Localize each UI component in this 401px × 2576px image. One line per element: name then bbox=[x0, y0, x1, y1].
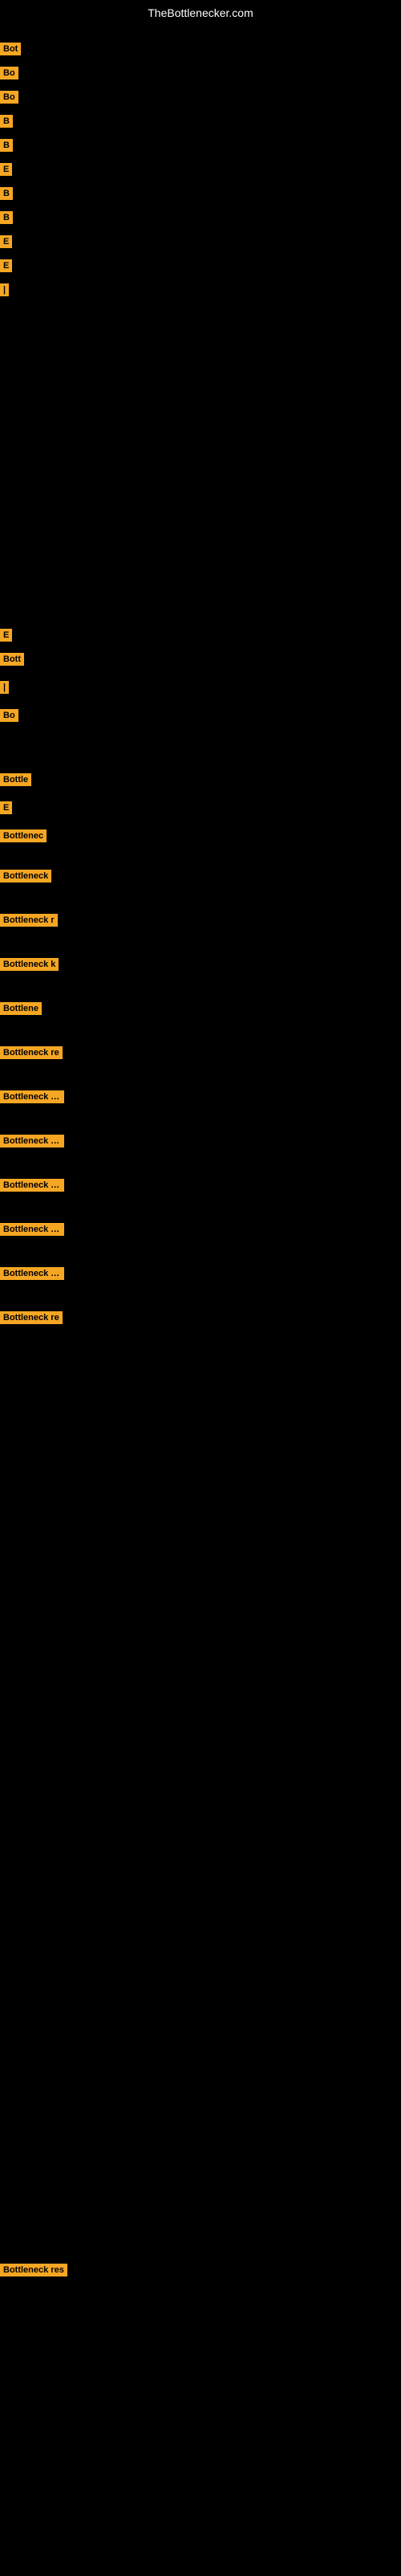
orange-label-item: E bbox=[0, 801, 12, 814]
orange-label-item: | bbox=[0, 681, 9, 694]
orange-label-item: Bottlene bbox=[0, 1002, 42, 1015]
orange-label-item: Bottleneck resu bbox=[0, 1179, 64, 1192]
orange-label-item: Bottle bbox=[0, 773, 31, 786]
orange-label-item: B bbox=[0, 115, 13, 128]
orange-label-item: | bbox=[0, 283, 9, 296]
orange-label-item: E bbox=[0, 629, 12, 642]
orange-label-item: Bottleneck resu bbox=[0, 1223, 64, 1236]
orange-label-item: Bot bbox=[0, 43, 21, 55]
orange-label-item: B bbox=[0, 139, 13, 152]
orange-label-item: Bottleneck re bbox=[0, 1046, 63, 1059]
site-title: TheBottlenecker.com bbox=[0, 0, 401, 22]
orange-label-item: Bo bbox=[0, 709, 18, 722]
orange-label-item: Bo bbox=[0, 91, 18, 104]
orange-label-item: B bbox=[0, 187, 13, 200]
orange-label-item: Bottleneck r bbox=[0, 914, 58, 927]
orange-label-item: Bott bbox=[0, 653, 24, 666]
orange-label-item: E bbox=[0, 235, 12, 248]
orange-label-item: Bottlenec bbox=[0, 829, 47, 842]
orange-label-item: B bbox=[0, 211, 13, 224]
bottleneck-res-label: Bottleneck res bbox=[0, 2264, 67, 2276]
orange-label-item: Bottleneck resu bbox=[0, 1267, 64, 1280]
orange-label-item: Bottleneck re bbox=[0, 1311, 63, 1324]
orange-label-item: Bottleneck bbox=[0, 870, 51, 882]
orange-label-item: E bbox=[0, 163, 12, 176]
orange-label-item: Bo bbox=[0, 67, 18, 79]
orange-label-item: Bottleneck resu bbox=[0, 1090, 64, 1103]
orange-label-item: E bbox=[0, 259, 12, 272]
orange-label-item: Bottleneck k bbox=[0, 958, 59, 971]
orange-label-item: Bottleneck resu bbox=[0, 1135, 64, 1147]
